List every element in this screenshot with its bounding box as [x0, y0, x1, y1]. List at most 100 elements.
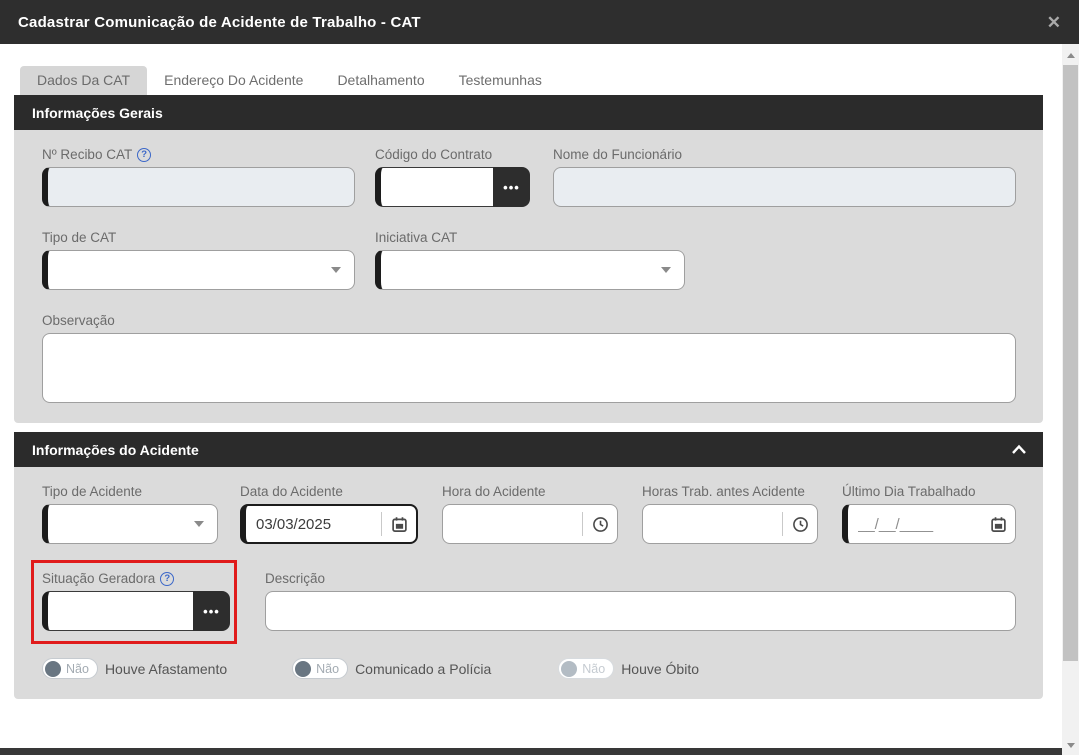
tab-detalhamento[interactable]: Detalhamento — [320, 66, 441, 95]
section-informacoes-acidente: Informações do Acidente Tipo de Acidente — [14, 432, 1043, 699]
numero-recibo-cat-input — [48, 168, 354, 206]
iniciativa-cat-label: Iniciativa CAT — [375, 230, 457, 245]
section-body-informacoes-gerais: Nº Recibo CAT ? Código do Contrato — [14, 130, 1043, 423]
row-gerais-1: Nº Recibo CAT ? Código do Contrato — [42, 146, 1016, 207]
toggle-comunicado-policia: Não Comunicado a Polícia — [292, 658, 491, 679]
field-tipo-acidente: Tipo de Acidente — [42, 483, 218, 544]
horas-trab-antes-input[interactable] — [643, 505, 782, 543]
ellipsis-icon: ••• — [503, 180, 520, 195]
tab-dados-da-cat[interactable]: Dados Da CAT — [20, 66, 147, 95]
field-tipo-de-cat: Tipo de CAT — [42, 229, 355, 290]
descricao-input[interactable] — [266, 592, 1015, 630]
field-hora-acidente: Hora do Acidente — [442, 483, 618, 544]
toggle-state: Não — [582, 662, 605, 676]
houve-afastamento-switch[interactable]: Não — [42, 658, 98, 679]
field-horas-trab-antes: Horas Trab. antes Acidente — [642, 483, 818, 544]
houve-afastamento-label: Houve Afastamento — [105, 661, 227, 677]
ellipsis-icon: ••• — [203, 604, 220, 619]
clock-icon[interactable] — [583, 516, 617, 533]
field-descricao: Descrição — [265, 570, 1016, 631]
nome-funcionario-input — [554, 168, 1015, 206]
codigo-contrato-input[interactable] — [381, 168, 493, 206]
chevron-down-icon[interactable] — [331, 267, 341, 273]
field-numero-recibo-cat: Nº Recibo CAT ? — [42, 146, 355, 207]
calendar-icon[interactable] — [981, 516, 1015, 533]
row-acidente-1: Tipo de Acidente Data do Acidente — [42, 483, 1016, 544]
modal-body: Dados Da CAT Endereço Do Acidente Detalh… — [0, 44, 1062, 755]
row-acidente-toggles: Não Houve Afastamento Não Comunicado a P… — [42, 658, 1016, 679]
section-header-informacoes-gerais: Informações Gerais — [14, 95, 1043, 130]
situacao-geradora-highlight-box: Situação Geradora ? ••• — [31, 560, 237, 644]
field-codigo-contrato: Código do Contrato ••• — [375, 146, 530, 207]
field-nome-funcionario: Nome do Funcionário — [553, 146, 1016, 207]
tab-endereco-do-acidente[interactable]: Endereço Do Acidente — [147, 66, 320, 95]
toggle-knob — [295, 661, 311, 677]
horas-trab-antes-label: Horas Trab. antes Acidente — [642, 484, 805, 499]
field-ultimo-dia-trabalhado: Último Dia Trabalhado — [842, 483, 1016, 544]
tipo-acidente-select[interactable] — [42, 504, 218, 544]
numero-recibo-cat-label: Nº Recibo CAT — [42, 147, 132, 162]
observacao-label: Observação — [42, 313, 115, 328]
tipo-de-cat-value[interactable] — [48, 251, 331, 289]
close-icon[interactable]: ✕ — [1047, 14, 1061, 31]
row-gerais-3: Observação — [42, 312, 1016, 403]
tipo-acidente-value[interactable] — [48, 505, 194, 543]
vertical-scrollbar[interactable] — [1062, 44, 1079, 755]
toggle-state: Não — [316, 662, 339, 676]
tipo-de-cat-label: Tipo de CAT — [42, 230, 116, 245]
chevron-down-icon[interactable] — [194, 521, 204, 527]
modal-title: Cadastrar Comunicação de Acidente de Tra… — [18, 14, 421, 31]
clock-icon[interactable] — [783, 516, 817, 533]
iniciativa-cat-select[interactable] — [375, 250, 685, 290]
help-icon[interactable]: ? — [137, 148, 151, 162]
iniciativa-cat-value[interactable] — [381, 251, 661, 289]
toggle-houve-afastamento: Não Houve Afastamento — [42, 658, 227, 679]
comunicado-policia-label: Comunicado a Polícia — [355, 661, 491, 677]
situacao-geradora-lookup-button[interactable]: ••• — [193, 591, 230, 631]
field-iniciativa-cat: Iniciativa CAT — [375, 229, 685, 290]
hora-acidente-input[interactable] — [443, 505, 582, 543]
chevron-down-icon[interactable] — [661, 267, 671, 273]
section-body-informacoes-acidente: Tipo de Acidente Data do Acidente — [14, 467, 1043, 699]
toggle-knob — [45, 661, 61, 677]
chevron-up-icon[interactable] — [1011, 444, 1027, 455]
help-icon[interactable]: ? — [160, 572, 174, 586]
field-observacao: Observação — [42, 312, 1016, 403]
houve-obito-label: Houve Óbito — [621, 661, 699, 677]
nome-funcionario-label: Nome do Funcionário — [553, 147, 682, 162]
row-acidente-2: Situação Geradora ? ••• — [42, 570, 1016, 631]
ultimo-dia-trabalhado-input[interactable] — [848, 505, 981, 543]
toggle-knob — [561, 661, 577, 677]
field-situacao-geradora: Situação Geradora ? ••• — [42, 570, 230, 631]
row-gerais-2: Tipo de CAT Iniciativa CAT — [42, 229, 1016, 290]
toggle-houve-obito: Não Houve Óbito — [558, 658, 699, 679]
hora-acidente-label: Hora do Acidente — [442, 484, 546, 499]
toggle-state: Não — [66, 662, 89, 676]
tipo-de-cat-select[interactable] — [42, 250, 355, 290]
descricao-label: Descrição — [265, 571, 325, 586]
scrollbar-up-arrow-icon[interactable] — [1062, 47, 1079, 64]
modal-header: Cadastrar Comunicação de Acidente de Tra… — [0, 0, 1079, 44]
tab-testemunhas[interactable]: Testemunhas — [442, 66, 559, 95]
field-data-acidente: Data do Acidente — [240, 483, 418, 544]
codigo-contrato-lookup-button[interactable]: ••• — [493, 167, 530, 207]
comunicado-policia-switch[interactable]: Não — [292, 658, 348, 679]
ultimo-dia-trabalhado-label: Último Dia Trabalhado — [842, 484, 976, 499]
calendar-icon[interactable] — [382, 516, 416, 533]
codigo-contrato-label: Código do Contrato — [375, 147, 492, 162]
data-acidente-input[interactable] — [246, 506, 381, 542]
data-acidente-label: Data do Acidente — [240, 484, 343, 499]
situacao-geradora-label: Situação Geradora — [42, 571, 155, 586]
scrollbar-thumb[interactable] — [1063, 65, 1078, 661]
section-title: Informações Gerais — [32, 105, 163, 121]
section-title: Informações do Acidente — [32, 442, 199, 458]
observacao-textarea[interactable] — [42, 333, 1016, 403]
tab-bar: Dados Da CAT Endereço Do Acidente Detalh… — [20, 66, 1062, 95]
cat-registration-modal: Cadastrar Comunicação de Acidente de Tra… — [0, 0, 1079, 755]
scrollbar-down-arrow-icon[interactable] — [1062, 737, 1079, 754]
tipo-acidente-label: Tipo de Acidente — [42, 484, 142, 499]
bottom-edge-strip — [0, 748, 1062, 755]
section-header-informacoes-acidente: Informações do Acidente — [14, 432, 1043, 467]
section-informacoes-gerais: Informações Gerais Nº Recibo CAT ? — [14, 95, 1043, 423]
situacao-geradora-input[interactable] — [48, 592, 193, 630]
